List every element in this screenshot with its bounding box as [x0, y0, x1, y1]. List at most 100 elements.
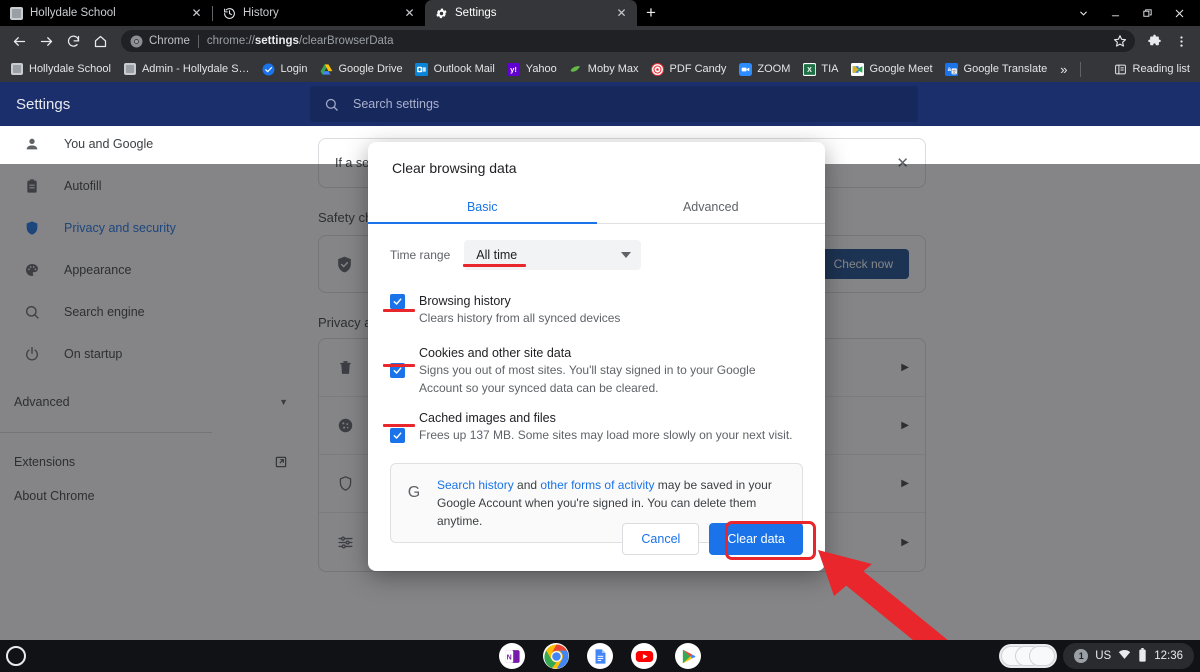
maximize-button[interactable] — [1132, 0, 1162, 26]
battery-icon — [1138, 647, 1147, 665]
minimize-button[interactable] — [1100, 0, 1130, 26]
chevron-down-icon — [621, 252, 632, 258]
bookmark-google-meet[interactable]: Google Meet — [845, 59, 939, 79]
omnibox-chip-label: Chrome — [149, 35, 190, 47]
window-preview-thumbnails[interactable] — [999, 644, 1058, 668]
bookmark-tia[interactable]: X TIA — [796, 59, 844, 79]
gear-icon — [434, 6, 448, 20]
option-cached-images-and-files[interactable]: Cached images and files Frees up 137 MB.… — [390, 411, 803, 444]
dialog-actions: Cancel Clear data — [622, 523, 803, 555]
launcher-icon[interactable] — [6, 646, 26, 666]
bookmark-label: Login — [280, 63, 308, 75]
dialog-body: Time range All time Browsing history Cle… — [368, 224, 825, 543]
tab-title: Hollydale School — [30, 7, 116, 19]
address-bar[interactable]: Chrome chrome://settings/clearBrowserDat… — [121, 30, 1135, 52]
bookmark-label: TIA — [821, 63, 839, 75]
bookmarks-divider — [1079, 61, 1081, 77]
note-mid-text: and — [513, 477, 541, 492]
home-icon[interactable] — [87, 28, 113, 54]
browser-tab-hollydale-school[interactable]: Hollydale School ✕ — [0, 0, 212, 26]
time-range-label: Time range — [390, 248, 451, 262]
new-tab-button[interactable]: + — [637, 0, 665, 26]
pdfcandy-icon — [651, 62, 665, 76]
three-dot-menu-icon[interactable] — [1168, 28, 1194, 54]
option-browsing-history[interactable]: Browsing history Clears history from all… — [390, 294, 803, 327]
window-controls — [1068, 0, 1200, 26]
page-title: Settings — [16, 95, 71, 113]
close-icon[interactable]: ✕ — [189, 6, 204, 21]
bookmark-moby-max[interactable]: Moby Max — [563, 59, 645, 79]
notification-count-badge: 1 — [1074, 649, 1089, 663]
bookmark-label: PDF Candy — [669, 63, 727, 75]
chevron-down-icon[interactable] — [1068, 0, 1098, 26]
svg-text:y!: y! — [510, 65, 517, 74]
bookmark-admin-hollydale[interactable]: Admin - Hollydale S… — [117, 59, 256, 79]
bookmark-google-translate[interactable]: a文 Google Translate — [939, 59, 1054, 79]
bookmark-hollydale-school[interactable]: Hollydale School — [4, 59, 117, 79]
bookmarks-overflow-button[interactable]: » — [1053, 60, 1074, 79]
highlight-underline-cached — [383, 424, 415, 427]
omnibox-url[interactable]: chrome://settings/clearBrowserData — [207, 35, 1109, 47]
back-arrow-icon[interactable] — [6, 28, 32, 54]
history-icon — [222, 6, 236, 20]
highlight-underline-browsing-history — [383, 309, 415, 312]
option-subtitle: Frees up 137 MB. Some sites may load mor… — [419, 428, 793, 443]
bookmarks-bar: Hollydale School Admin - Hollydale S… Lo… — [0, 56, 1200, 82]
sidebar-item-you-and-google[interactable]: You and Google — [0, 126, 310, 162]
browser-toolbar: Chrome chrome://settings/clearBrowserDat… — [0, 26, 1200, 56]
svg-text:N: N — [506, 653, 511, 661]
bookmark-label: Admin - Hollydale S… — [141, 63, 250, 75]
drive-icon — [319, 62, 333, 76]
close-icon[interactable]: ✕ — [402, 6, 417, 21]
bookmark-label: Hollydale School — [29, 63, 111, 75]
highlight-underline-time-range — [463, 264, 526, 267]
browser-tab-settings[interactable]: Settings ✕ — [425, 0, 637, 26]
bookmark-label: Google Drive — [338, 63, 403, 75]
other-forms-of-activity-link[interactable]: other forms of activity — [540, 478, 654, 492]
checkbox-checked-icon[interactable] — [390, 428, 405, 444]
close-button[interactable] — [1164, 0, 1194, 26]
play-store-app-icon[interactable] — [675, 643, 701, 669]
puzzle-piece-icon[interactable] — [1141, 28, 1167, 54]
system-tray[interactable]: 1 US 12:36 — [1063, 643, 1194, 669]
bookmark-yahoo[interactable]: y! Yahoo — [501, 59, 563, 79]
translate-icon: a文 — [945, 62, 959, 76]
bookmark-star-icon[interactable] — [1109, 30, 1131, 52]
outlook-icon — [415, 62, 429, 76]
bookmark-outlook-mail[interactable]: Outlook Mail — [409, 59, 501, 79]
google-docs-app-icon[interactable] — [587, 643, 613, 669]
svg-text:文: 文 — [952, 68, 957, 75]
close-icon[interactable]: ✕ — [614, 6, 629, 21]
browser-tab-history[interactable]: History ✕ — [213, 0, 425, 26]
bookmark-zoom[interactable]: ZOOM — [732, 59, 796, 79]
option-cookies-and-site-data[interactable]: Cookies and other site data Signs you ou… — [390, 346, 803, 397]
shelf-app-list: N — [499, 643, 701, 669]
bookmark-login[interactable]: Login — [256, 59, 314, 79]
chrome-logo-icon — [129, 34, 143, 48]
option-title: Cookies and other site data — [419, 346, 572, 361]
forward-arrow-icon[interactable] — [33, 28, 59, 54]
youtube-app-icon[interactable] — [631, 643, 657, 669]
chromeos-shelf: N 1 US 12:36 — [0, 640, 1200, 672]
checkbox-checked-icon[interactable] — [390, 294, 405, 309]
shelf-status-area: 1 US 12:36 — [999, 643, 1194, 669]
chrome-app-icon[interactable] — [543, 643, 569, 669]
reload-icon[interactable] — [60, 28, 86, 54]
bookmark-pdf-candy[interactable]: PDF Candy — [645, 59, 733, 79]
search-icon — [324, 97, 339, 112]
onenote-app-icon[interactable]: N — [499, 643, 525, 669]
cancel-button[interactable]: Cancel — [622, 523, 700, 555]
clear-data-button[interactable]: Clear data — [709, 523, 803, 555]
bookmark-google-drive[interactable]: Google Drive — [313, 59, 408, 79]
tab-basic[interactable]: Basic — [368, 190, 597, 223]
reading-list-button[interactable]: Reading list — [1108, 59, 1196, 79]
site-favicon — [9, 6, 23, 20]
keyboard-locale-label: US — [1095, 650, 1112, 662]
tab-advanced[interactable]: Advanced — [597, 190, 826, 223]
search-input[interactable]: Search settings — [310, 86, 918, 122]
search-history-link[interactable]: Search history — [437, 478, 514, 492]
clock-label: 12:36 — [1154, 650, 1183, 662]
option-title: Cached images and files — [419, 411, 556, 426]
tab-title: Settings — [455, 7, 497, 19]
site-favicon — [10, 62, 24, 76]
